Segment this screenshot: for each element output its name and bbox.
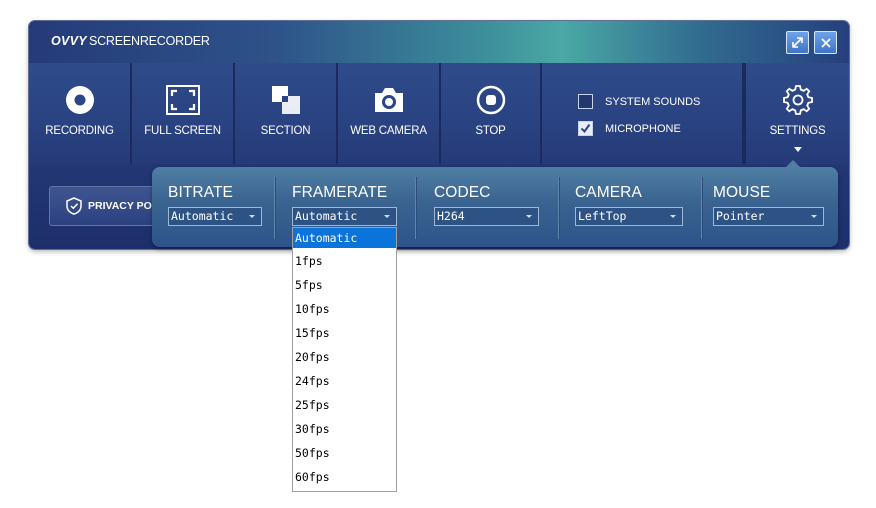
microphone-option[interactable]: MICROPHONE [578,121,681,136]
framerate-value: Automatic [295,209,358,223]
camera-icon [372,83,406,117]
framerate-option[interactable]: 20fps [293,348,396,372]
codec-value: H264 [437,209,465,223]
privacy-policy-button[interactable]: PRIVACY POL [49,186,169,226]
checkmark-icon [580,123,591,134]
framerate-dropdown-list: Automatic 1fps 5fps 10fps 15fps 20fps 24… [292,227,397,492]
section-button[interactable]: SECTION [235,63,338,164]
web-camera-button[interactable]: WEB CAMERA [338,63,441,164]
web-camera-label: WEB CAMERA [350,125,427,137]
caret-down-icon [793,147,802,152]
codec-title: CODEC [434,184,491,201]
framerate-option[interactable]: 30fps [293,420,396,444]
full-screen-icon [165,83,200,117]
framerate-option[interactable]: 24fps [293,372,396,396]
chevron-down-icon [249,215,255,218]
privacy-policy-label: PRIVACY POL [88,200,159,212]
settings-label: SETTINGS [769,125,826,137]
shield-icon [66,197,82,215]
framerate-option[interactable]: 1fps [293,252,396,276]
chevron-down-icon [526,215,532,218]
bitrate-value: Automatic [171,209,234,223]
audio-options: SYSTEM SOUNDS MICROPHONE [542,63,745,164]
title-bar[interactable]: OVVY SCREENRECORDER [29,21,849,63]
recording-button[interactable]: RECORDING [29,63,132,164]
mouse-value: Pointer [716,209,765,223]
framerate-option[interactable]: Automatic [293,228,396,248]
app-logo: OVVY SCREENRECORDER [51,34,210,48]
stop-icon [474,83,508,117]
bitrate-select[interactable]: Automatic [168,207,262,226]
codec-select[interactable]: H264 [434,207,539,226]
chevron-down-icon [384,215,390,218]
close-button[interactable] [814,31,837,54]
system-sounds-label: SYSTEM SOUNDS [605,95,701,108]
chevron-down-icon [811,215,817,218]
stop-button[interactable]: STOP [441,63,543,164]
framerate-option[interactable]: 5fps [293,276,396,300]
bitrate-title: BITRATE [168,184,234,201]
framerate-option[interactable]: 60fps [293,468,396,492]
camera-select[interactable]: LeftTop [575,207,683,226]
section-icon [269,83,303,117]
camera-value: LeftTop [578,209,627,223]
mouse-title: MOUSE [713,184,771,201]
framerate-select[interactable]: Automatic [292,207,397,226]
divider [701,177,703,239]
toolbar: RECORDING FULL SCREEN SECTION WEB CAMERA [29,63,850,164]
system-sounds-option[interactable]: SYSTEM SOUNDS [578,94,700,109]
microphone-label: MICROPHONE [605,122,681,135]
mouse-select[interactable]: Pointer [713,207,824,226]
framerate-option[interactable]: 50fps [293,444,396,468]
maximize-icon [792,37,803,48]
divider [274,177,276,239]
section-label: SECTION [260,125,311,137]
microphone-checkbox[interactable] [578,121,594,136]
stop-label: STOP [475,125,506,137]
framerate-option[interactable]: 25fps [293,396,396,420]
record-icon [63,83,97,117]
settings-panel: BITRATE Automatic FRAMERATE Automatic CO… [152,160,838,247]
recorder-window: OVVY SCREENRECORDER RECORDING FULL SCREEN [29,21,850,249]
settings-button[interactable]: SETTINGS [744,63,850,164]
gear-icon [781,83,815,117]
divider [558,177,560,239]
framerate-title: FRAMERATE [292,184,388,201]
system-sounds-checkbox[interactable] [578,94,594,109]
camera-title: CAMERA [575,184,642,201]
framerate-option[interactable]: 10fps [293,300,396,324]
full-screen-button[interactable]: FULL SCREEN [132,63,235,164]
full-screen-label: FULL SCREEN [144,125,221,137]
framerate-option[interactable]: 15fps [293,324,396,348]
divider [415,177,417,239]
recording-label: RECORDING [45,125,114,137]
close-icon [820,37,831,48]
chevron-down-icon [670,215,676,218]
maximize-button[interactable] [786,31,809,54]
